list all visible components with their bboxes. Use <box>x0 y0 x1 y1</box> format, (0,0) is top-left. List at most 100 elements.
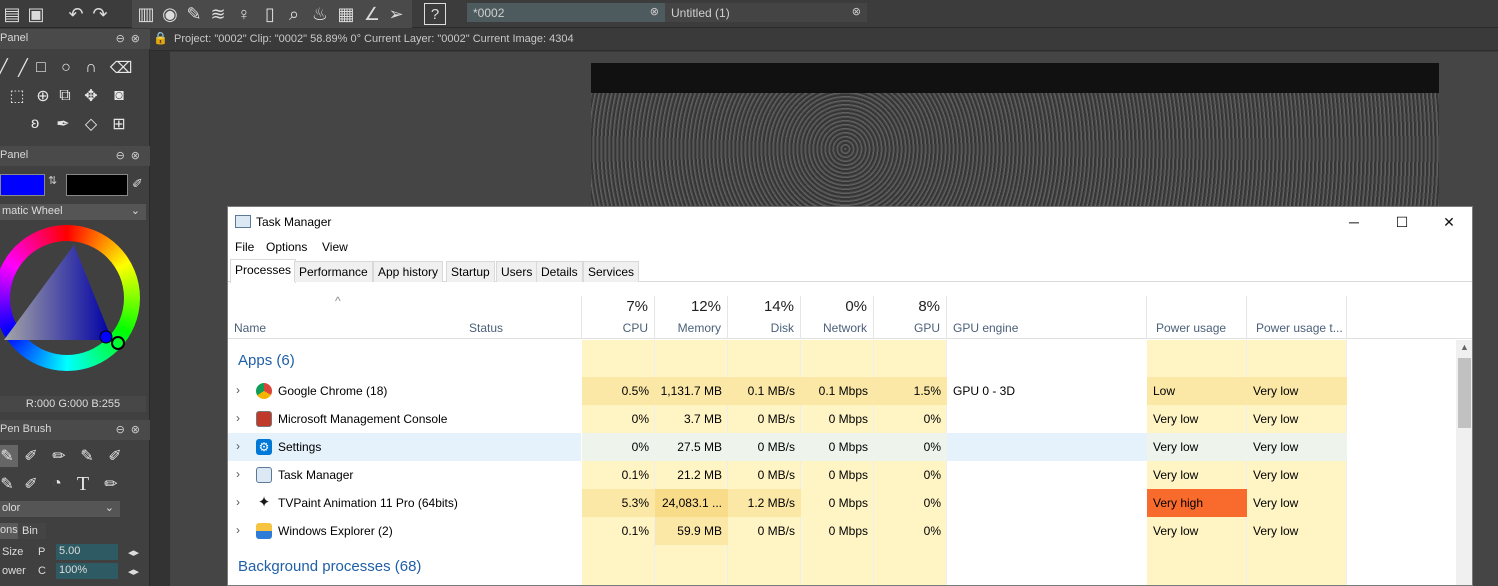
col-disk[interactable]: 14% Disk <box>728 296 801 339</box>
size-value-field[interactable]: 5.00 <box>56 544 118 560</box>
brush-preset-icon[interactable]: ✐ <box>20 445 42 467</box>
tab-users[interactable]: Users <box>496 261 538 282</box>
curve-tool-icon[interactable]: ∩ <box>80 57 102 79</box>
brush-preset-icon[interactable]: ✎ <box>0 473 18 495</box>
close-icon[interactable]: ⊗ <box>852 5 861 18</box>
eyedropper-icon[interactable]: ✐ <box>132 176 143 192</box>
lock-icon[interactable]: 🔒 <box>153 31 168 45</box>
col-power-usage[interactable]: Power usage <box>1147 296 1247 339</box>
pan-tool-icon[interactable]: ✥ <box>80 85 102 107</box>
brush-preset-icon[interactable]: ✏ <box>100 473 122 495</box>
expand-chevron-icon[interactable]: › <box>236 467 240 481</box>
color-triangle[interactable] <box>0 225 140 371</box>
tab-details[interactable]: Details <box>536 261 583 282</box>
col-gpu[interactable]: 8% GPU <box>874 296 947 339</box>
col-status[interactable]: Status <box>463 296 582 339</box>
grid-tool-icon[interactable]: ⊞ <box>108 113 130 135</box>
color-mode-select[interactable]: olor ⌄ <box>0 501 120 517</box>
tab-app-history[interactable]: App history <box>373 261 444 282</box>
tab-processes[interactable]: Processes <box>230 259 297 283</box>
group-apps[interactable]: Apps (6) <box>238 352 295 369</box>
layers-icon[interactable]: ≋ <box>206 2 230 26</box>
zoom-icon[interactable]: ⌕ <box>282 2 306 26</box>
angle-icon[interactable]: ∠ <box>360 2 384 26</box>
eraser-tool-icon[interactable]: ⌫ <box>110 57 133 79</box>
panel-buttons[interactable]: ⊖⊗ <box>116 149 146 162</box>
expand-chevron-icon[interactable]: › <box>236 523 240 537</box>
expand-chevron-icon[interactable]: › <box>236 495 240 509</box>
text-tool-icon[interactable]: T <box>72 473 94 495</box>
help-icon[interactable]: ? <box>424 3 446 25</box>
stepper-icon[interactable]: ◂▸ <box>128 546 139 559</box>
table-row[interactable]: › Microsoft Management Console 0% 3.7 MB… <box>228 405 1456 433</box>
close-icon[interactable]: ⊗ <box>650 5 659 18</box>
effects-icon[interactable]: ♨ <box>308 2 332 26</box>
vertical-scrollbar[interactable]: ▲ <box>1456 340 1472 585</box>
tab-performance[interactable]: Performance <box>294 261 373 282</box>
table-row[interactable]: › Windows Explorer (2) 0.1% 59.9 MB 0 MB… <box>228 517 1456 545</box>
col-cpu[interactable]: 7% CPU <box>582 296 655 339</box>
col-network[interactable]: 0% Network <box>801 296 874 339</box>
primary-color-swatch[interactable] <box>0 174 45 196</box>
expand-chevron-icon[interactable]: › <box>236 411 240 425</box>
ellipse-tool-icon[interactable]: ○ <box>55 57 77 79</box>
expand-chevron-icon[interactable]: › <box>236 383 240 397</box>
col-power-usage-trend[interactable]: Power usage t... <box>1247 296 1347 339</box>
menu-options[interactable]: Options <box>266 240 307 254</box>
panel-splitter[interactable] <box>150 29 170 586</box>
scrollbar-thumb[interactable] <box>1458 358 1471 428</box>
new-file-icon[interactable]: ▤ <box>0 2 24 26</box>
transform-tool-icon[interactable]: ⧉ <box>54 85 76 107</box>
send-icon[interactable]: ➢ <box>384 2 408 26</box>
col-gpu-engine[interactable]: GPU engine <box>947 296 1147 339</box>
expand-chevron-icon[interactable]: › <box>236 439 240 453</box>
swap-colors-icon[interactable]: ⇅ <box>48 174 62 196</box>
magnify-tool-icon[interactable]: ⊕ <box>32 85 54 107</box>
brush-preset-icon[interactable]: ✎ <box>0 445 18 467</box>
rectangle-tool-icon[interactable]: □ <box>30 57 52 79</box>
library-icon[interactable]: ▦ <box>334 2 358 26</box>
save-icon[interactable]: ▣ <box>24 2 48 26</box>
remote-icon[interactable]: ▯ <box>258 2 282 26</box>
table-row[interactable]: › Task Manager 0.1% 21.2 MB 0 MB/s 0 Mbp… <box>228 461 1456 489</box>
drawing-canvas[interactable] <box>591 63 1439 213</box>
selection-tool-icon[interactable]: ⬚ <box>6 85 28 107</box>
table-row[interactable]: › ⚙ Settings 0% 27.5 MB 0 MB/s 0 Mbps 0%… <box>228 433 1456 461</box>
doc-tab-0002[interactable]: *0002 ⊗ <box>467 3 665 22</box>
doc-tab-untitled[interactable]: Untitled (1) ⊗ <box>665 3 867 22</box>
menu-file[interactable]: File <box>235 240 254 254</box>
brush-preset-icon[interactable]: ✎ <box>76 445 98 467</box>
brush-preset-icon[interactable]: ✐ <box>104 445 126 467</box>
color-wheel[interactable] <box>0 225 140 395</box>
title-bar[interactable]: Task Manager ─ ☐ ✕ <box>228 207 1472 237</box>
warp-tool-icon[interactable]: ʚ <box>24 113 46 135</box>
color-palette-icon[interactable]: ◉ <box>158 2 182 26</box>
panel-buttons[interactable]: ⊖⊗ <box>116 32 146 45</box>
close-button[interactable]: ✕ <box>1426 209 1472 235</box>
redo-icon[interactable]: ↷ <box>88 2 112 26</box>
tab-bin[interactable]: Bin <box>18 523 46 539</box>
power-value-field[interactable]: 100% <box>56 563 118 579</box>
panel-buttons[interactable]: ⊖⊗ <box>116 423 146 436</box>
menu-view[interactable]: View <box>322 240 348 254</box>
undo-icon[interactable]: ↶ <box>64 2 88 26</box>
maximize-button[interactable]: ☐ <box>1379 209 1425 235</box>
camera-tool-icon[interactable]: ◙ <box>108 85 130 107</box>
col-memory[interactable]: 12% Memory <box>655 296 728 339</box>
paper-tool-icon[interactable]: ◇ <box>80 113 102 135</box>
stepper-icon[interactable]: ◂▸ <box>128 565 139 578</box>
brush-icon[interactable]: ✎ <box>182 2 206 26</box>
table-row[interactable]: › Google Chrome (18) 0.5% 1,131.7 MB 0.1… <box>228 377 1456 405</box>
tab-services[interactable]: Services <box>583 261 640 282</box>
tab-startup[interactable]: Startup <box>446 261 495 282</box>
wheel-mode-select[interactable]: matic Wheel ⌄ <box>0 204 146 220</box>
water-icon[interactable]: ◔ <box>46 473 68 495</box>
brush-preset-icon[interactable]: ✐ <box>20 473 42 495</box>
tab-options[interactable]: ons <box>0 523 18 539</box>
toolbox-icon[interactable]: ▥ <box>134 2 158 26</box>
group-background-processes[interactable]: Background processes (68) <box>238 558 421 575</box>
pen-tool-icon[interactable]: ✒ <box>52 113 74 135</box>
scroll-up-icon[interactable]: ▲ <box>1460 342 1469 352</box>
table-row[interactable]: › ✦ TVPaint Animation 11 Pro (64bits) 5.… <box>228 489 1456 517</box>
lightbulb-icon[interactable]: ♀ <box>232 2 256 26</box>
